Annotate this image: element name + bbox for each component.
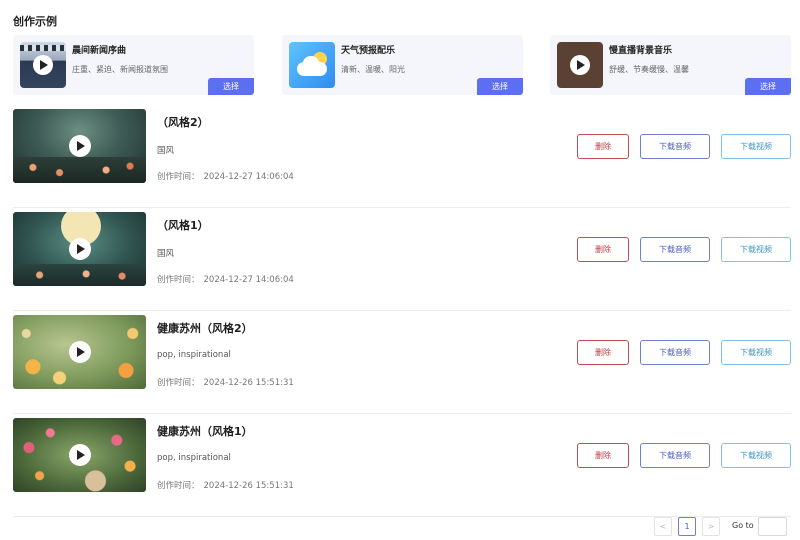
play-icon (570, 55, 590, 75)
next-page-button[interactable]: > (702, 517, 720, 536)
item-tags: pop, inspirational (157, 453, 231, 463)
video-cover[interactable] (13, 109, 146, 183)
download-video-button[interactable]: 下载视频 (721, 340, 791, 365)
video-cover[interactable] (13, 315, 146, 389)
video-cover[interactable] (13, 418, 146, 492)
download-audio-button[interactable]: 下载音频 (640, 237, 710, 262)
time-value: 2024-12-27 14:06:04 (203, 275, 294, 285)
example-desc: 清新、温暖、阳光 (341, 65, 405, 74)
download-audio-button[interactable]: 下载音频 (640, 443, 710, 468)
delete-button[interactable]: 删除 (577, 237, 629, 262)
play-icon[interactable] (68, 341, 91, 363)
time-label: 创作时间： (157, 172, 200, 182)
item-title: （风格2） (157, 116, 209, 129)
select-button[interactable]: 选择 (477, 78, 523, 95)
item-time: 创作时间： 2024-12-26 15:51:31 (157, 479, 294, 491)
delete-button[interactable]: 删除 (577, 340, 629, 365)
example-cards: 晨间新闻序曲 庄重、紧迫、新闻报道氛围 选择 天气预报配乐 清新、温暖、阳光 选… (13, 35, 791, 95)
download-video-button[interactable]: 下载视频 (721, 237, 791, 262)
weather-cloud-sun-icon (289, 42, 335, 88)
list-item: （风格1） 国风 创作时间： 2024-12-27 14:06:04 删除 下载音… (13, 208, 791, 311)
goto-input[interactable] (758, 517, 787, 536)
example-card-live[interactable]: 慢直播背景音乐 舒缓、节奏缓慢、温馨 选择 (550, 35, 791, 95)
download-video-button[interactable]: 下载视频 (721, 134, 791, 159)
item-tags: 国风 (157, 146, 175, 156)
play-icon[interactable] (68, 135, 91, 157)
example-title: 慢直播背景音乐 (609, 46, 673, 56)
time-value: 2024-12-26 15:51:31 (203, 481, 294, 491)
film-play-icon (20, 42, 66, 88)
example-title: 天气预报配乐 (341, 46, 396, 56)
item-time: 创作时间： 2024-12-27 14:06:04 (157, 273, 294, 285)
delete-button[interactable]: 删除 (577, 443, 629, 468)
time-label: 创作时间： (157, 275, 200, 285)
item-tags: pop, inspirational (157, 350, 231, 360)
play-icon[interactable] (68, 238, 91, 260)
play-icon (33, 55, 53, 75)
list-item: （风格2） 国风 创作时间： 2024-12-27 14:06:04 删除 下载音… (13, 105, 791, 208)
list-item: 健康苏州（风格1） pop, inspirational 创作时间： 2024-1… (13, 414, 791, 517)
example-title: 晨间新闻序曲 (72, 46, 127, 56)
select-button[interactable]: 选择 (745, 78, 791, 95)
download-audio-button[interactable]: 下载音频 (640, 340, 710, 365)
item-time: 创作时间： 2024-12-27 14:06:04 (157, 170, 294, 182)
play-icon[interactable] (68, 444, 91, 466)
example-card-weather[interactable]: 天气预报配乐 清新、温暖、阳光 选择 (282, 35, 523, 95)
time-label: 创作时间： (157, 378, 200, 388)
select-button[interactable]: 选择 (208, 78, 254, 95)
example-card-news[interactable]: 晨间新闻序曲 庄重、紧迫、新闻报道氛围 选择 (13, 35, 254, 95)
vinyl-play-icon (557, 42, 603, 88)
time-value: 2024-12-27 14:06:04 (203, 172, 294, 182)
list-item: 健康苏州（风格2） pop, inspirational 创作时间： 2024-1… (13, 311, 791, 414)
item-time: 创作时间： 2024-12-26 15:51:31 (157, 376, 294, 388)
time-value: 2024-12-26 15:51:31 (203, 378, 294, 388)
time-label: 创作时间： (157, 481, 200, 491)
prev-page-button[interactable]: < (654, 517, 672, 536)
example-desc: 庄重、紧迫、新闻报道氛围 (72, 65, 168, 74)
item-title: 健康苏州（风格1） (157, 425, 253, 438)
delete-button[interactable]: 删除 (577, 134, 629, 159)
item-title: 健康苏州（风格2） (157, 322, 253, 335)
item-title: （风格1） (157, 219, 209, 232)
example-desc: 舒缓、节奏缓慢、温馨 (609, 65, 689, 74)
item-tags: 国风 (157, 249, 175, 259)
download-audio-button[interactable]: 下载音频 (640, 134, 710, 159)
section-title: 创作示例 (13, 15, 57, 28)
page-number[interactable]: 1 (678, 517, 696, 536)
goto-label: Go to (732, 521, 754, 530)
video-cover[interactable] (13, 212, 146, 286)
download-video-button[interactable]: 下载视频 (721, 443, 791, 468)
